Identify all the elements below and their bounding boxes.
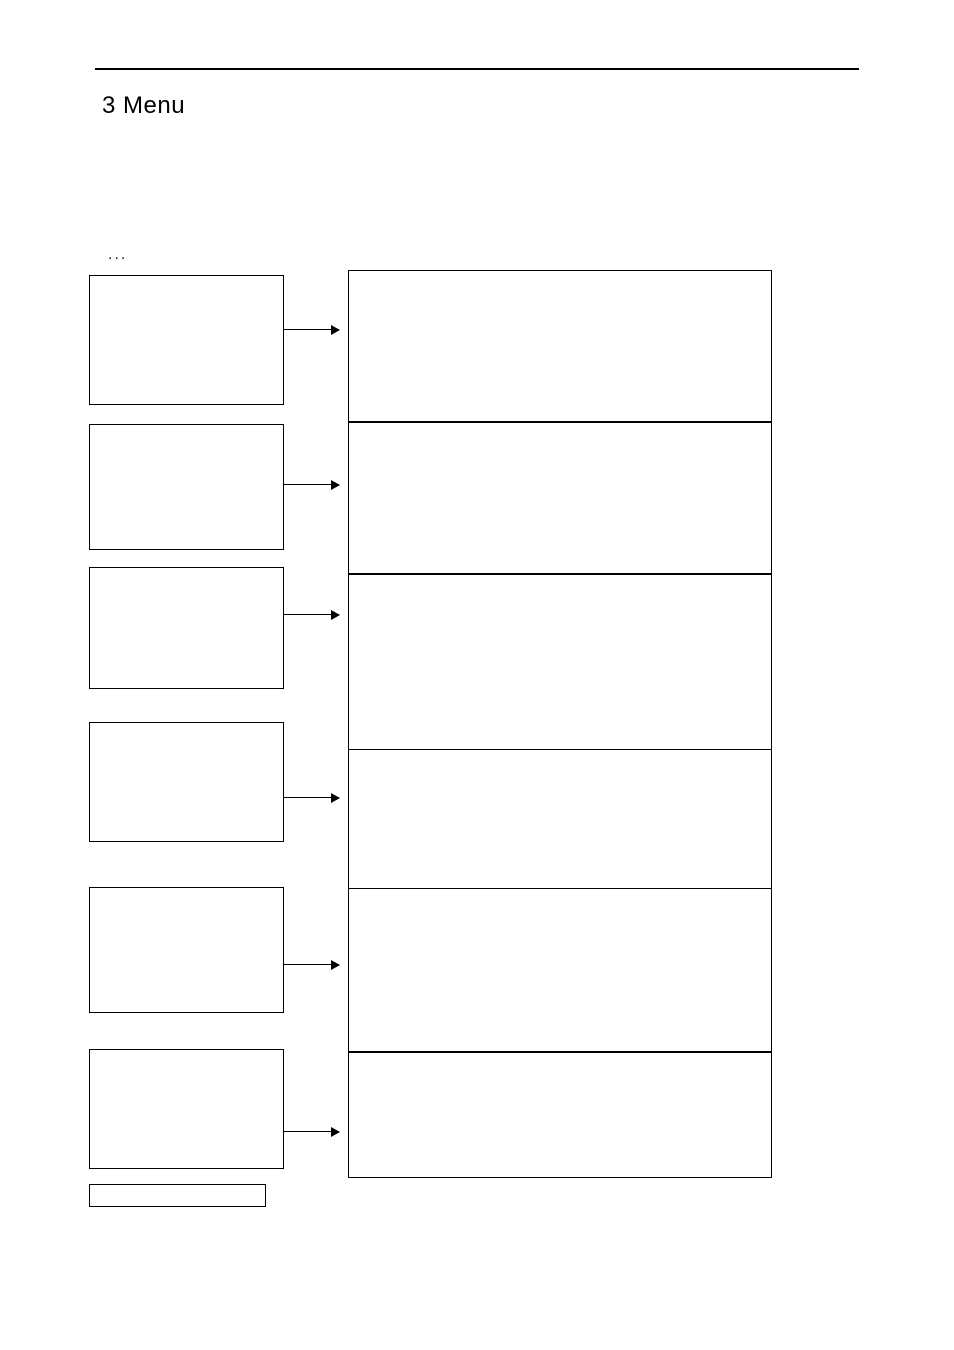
- arrow-4: [284, 797, 339, 798]
- section-heading: 3 Menu: [102, 92, 185, 120]
- arrow-5: [284, 964, 339, 965]
- arrow-1: [284, 329, 339, 330]
- left-box-2: [89, 424, 284, 550]
- left-box-1: [89, 275, 284, 405]
- left-box-5: [89, 887, 284, 1013]
- right-box-6: [348, 1052, 772, 1178]
- right-box-1: [348, 270, 772, 422]
- arrow-6: [284, 1131, 339, 1132]
- left-box-4: [89, 722, 284, 842]
- right-box-5: [348, 888, 772, 1052]
- continuation-ellipsis: ...: [108, 246, 127, 264]
- page: 3 Menu ...: [0, 0, 954, 1350]
- left-box-6: [89, 1049, 284, 1169]
- header-rule: [95, 68, 859, 70]
- arrow-3: [284, 614, 339, 615]
- right-box-3: [348, 574, 772, 750]
- right-box-2: [348, 422, 772, 574]
- left-box-small: [89, 1184, 266, 1207]
- arrow-2: [284, 484, 339, 485]
- right-box-4: [348, 749, 772, 889]
- left-box-3: [89, 567, 284, 689]
